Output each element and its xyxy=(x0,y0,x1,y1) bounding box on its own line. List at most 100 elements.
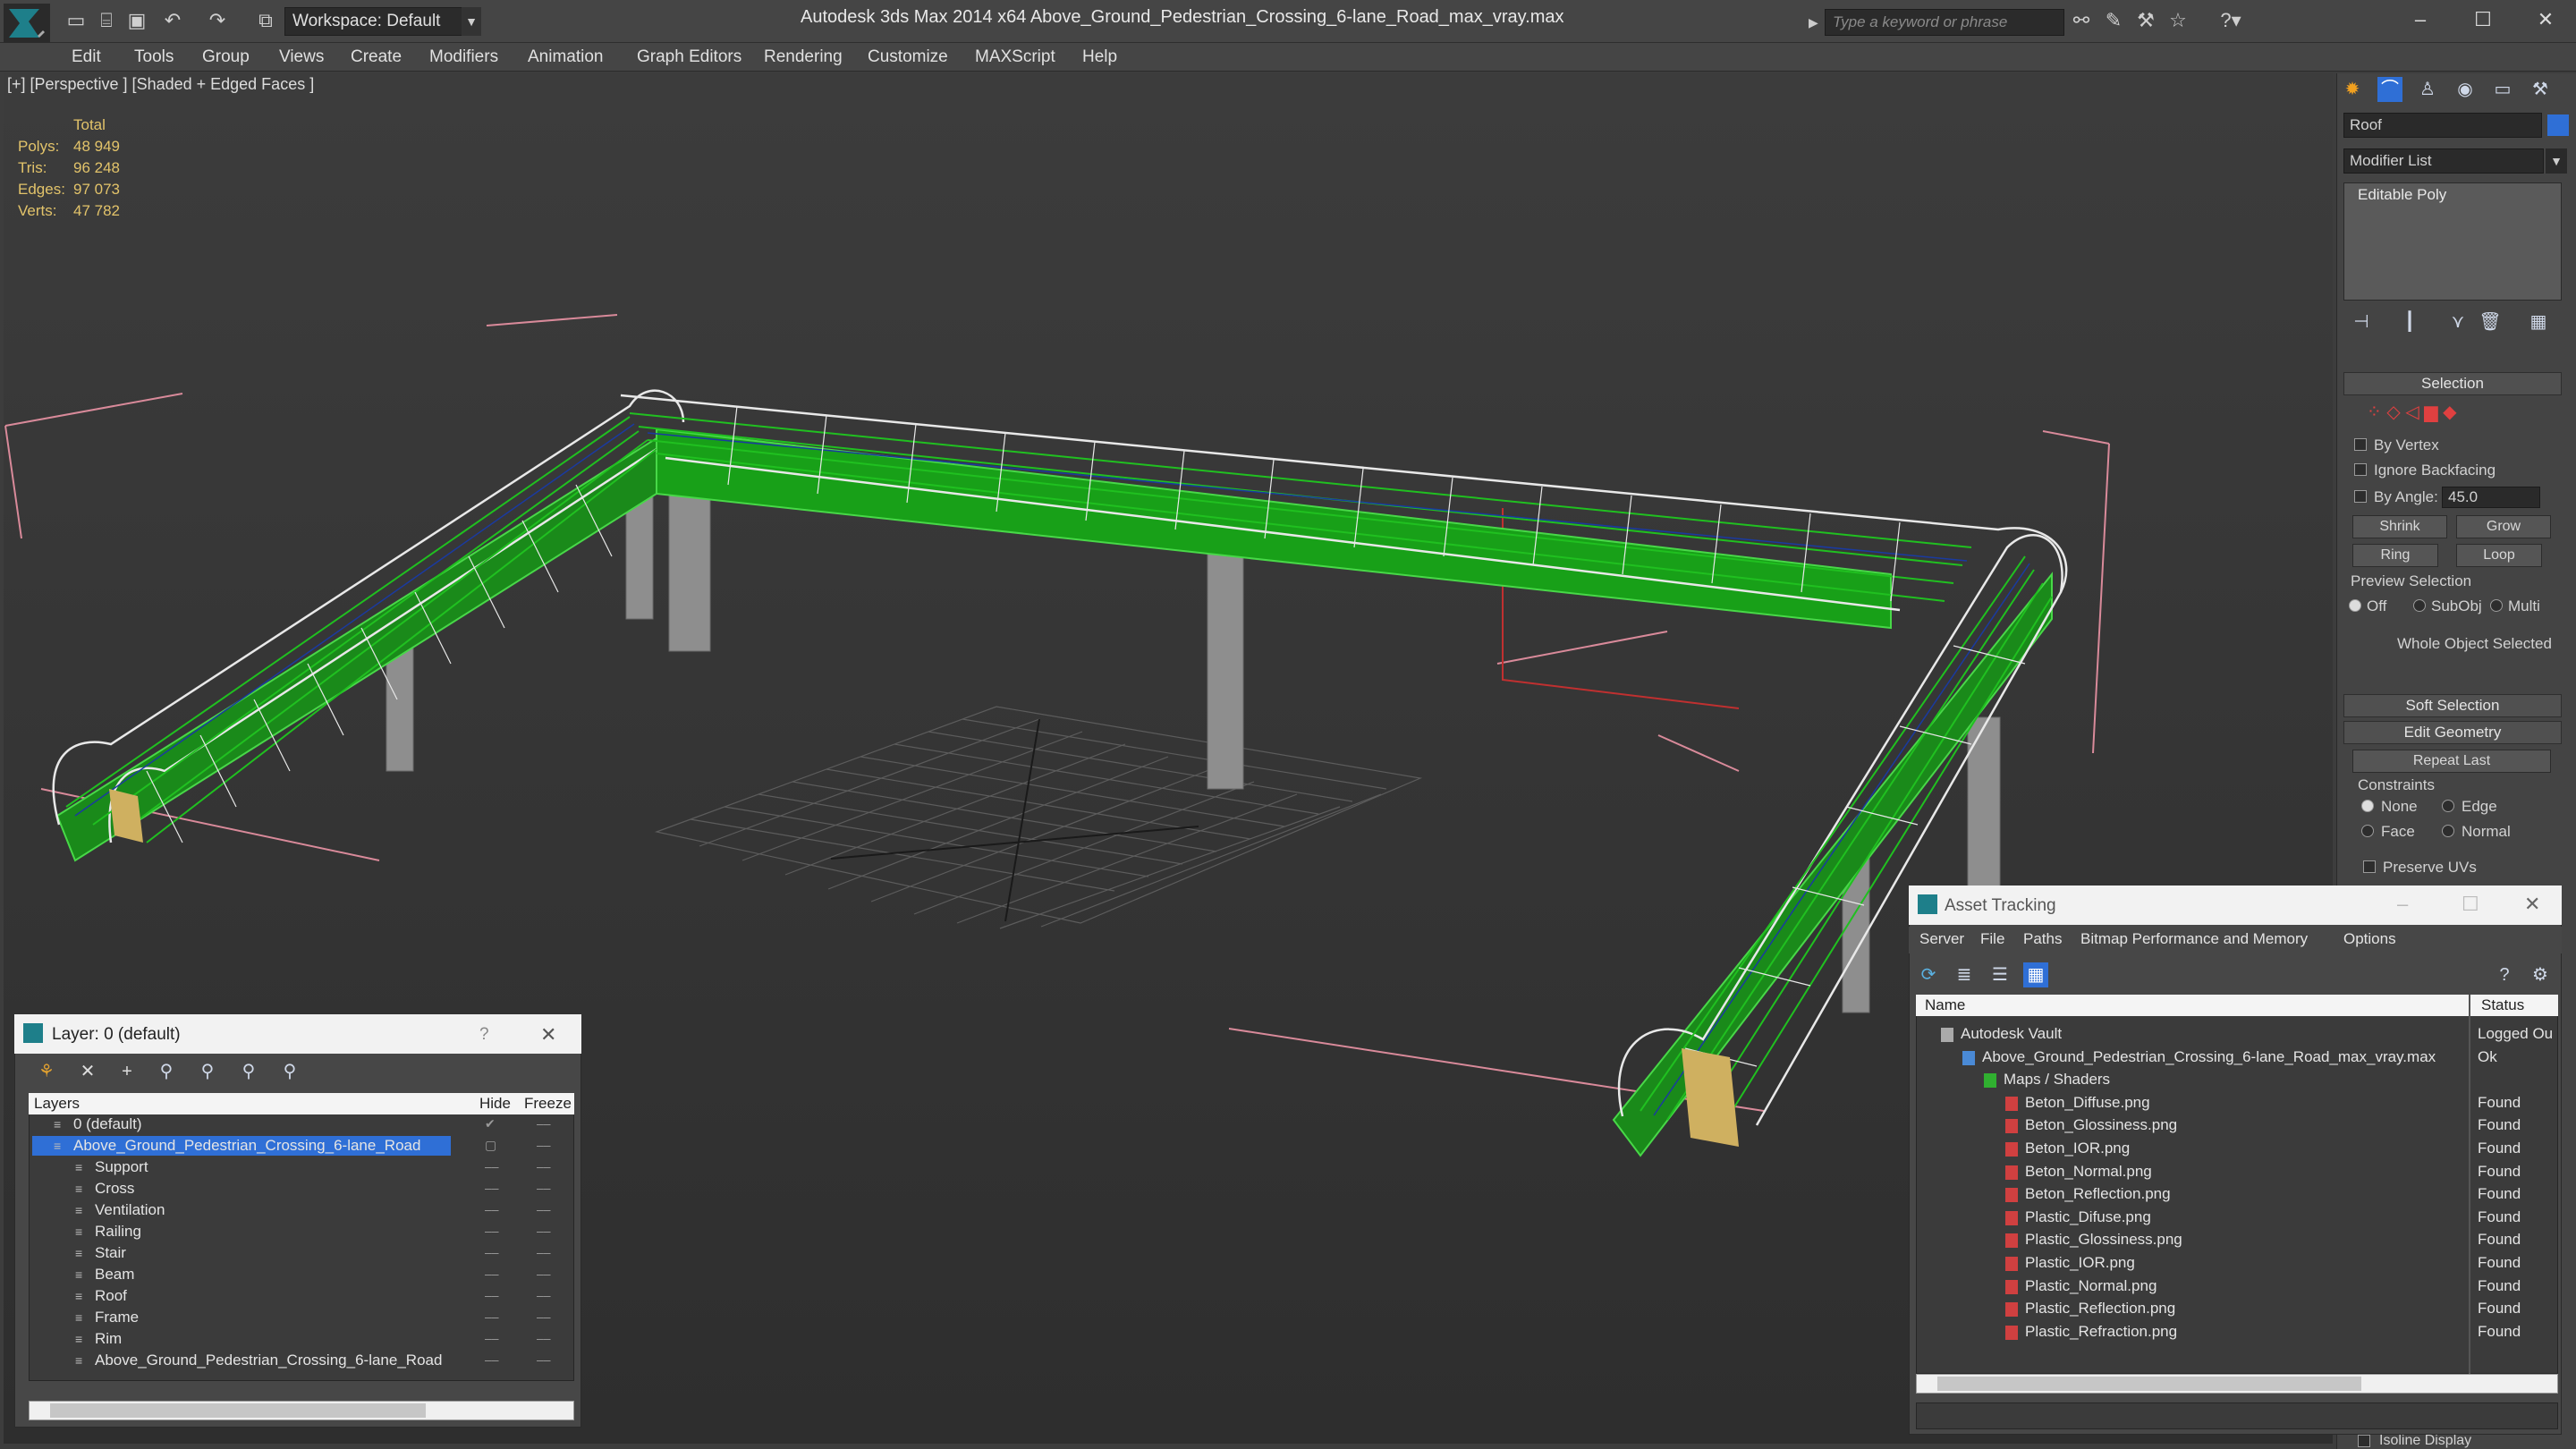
close-button[interactable]: ✕ xyxy=(540,1023,556,1046)
help-button[interactable]: ? xyxy=(479,1025,489,1045)
menu-edit[interactable]: Edit xyxy=(72,43,101,72)
pin-stack-icon[interactable]: ⊣ xyxy=(2349,309,2374,335)
asset-path-field[interactable] xyxy=(1916,1402,2558,1429)
object-color-swatch[interactable] xyxy=(2547,114,2569,136)
favorites-star-icon[interactable]: ☆ xyxy=(2166,9,2190,32)
asset-menu-file[interactable]: File xyxy=(1980,930,2004,948)
asset-row[interactable]: Beton_Reflection.png xyxy=(2025,1185,2171,1203)
new-layer-icon[interactable]: ⚘ xyxy=(34,1059,59,1084)
layer-freeze-toggle[interactable]: –– xyxy=(537,1288,556,1302)
minimize-button[interactable]: – xyxy=(2397,893,2408,916)
menu-help[interactable]: Help xyxy=(1082,43,1117,72)
scrollbar-thumb[interactable] xyxy=(1937,1377,2361,1391)
stack-item-editable-poly[interactable]: Editable Poly xyxy=(2358,186,2446,204)
close-button[interactable]: ✕ xyxy=(2528,5,2563,34)
workspace-dropdown[interactable]: Workspace: Default xyxy=(284,7,481,36)
asset-row[interactable]: Beton_Glossiness.png xyxy=(2025,1116,2177,1134)
asset-menu-server[interactable]: Server xyxy=(1919,930,1964,948)
save-icon[interactable]: ▣ xyxy=(125,9,148,32)
configure-sets-icon[interactable]: ▦ xyxy=(2526,309,2551,335)
layer-hide-toggle[interactable]: –– xyxy=(485,1159,504,1174)
preview-multi-radio[interactable] xyxy=(2490,599,2503,612)
communication-icon[interactable]: ⚒ xyxy=(2134,9,2157,32)
help-icon[interactable]: ? xyxy=(2492,962,2517,987)
binoculars-icon[interactable]: ⚯ xyxy=(2070,9,2093,32)
column-name[interactable]: Name xyxy=(1925,996,1965,1014)
asset-row[interactable]: Beton_Normal.png xyxy=(2025,1163,2152,1181)
layer-object-row[interactable]: Frame xyxy=(95,1309,139,1326)
layer-object-row[interactable]: Support xyxy=(95,1158,148,1176)
open-file-icon[interactable]: ⌸ xyxy=(95,9,118,32)
layer-object-row[interactable]: Beam xyxy=(95,1266,134,1284)
column-divider[interactable] xyxy=(2469,995,2470,1374)
layer-hide-toggle[interactable]: –– xyxy=(485,1331,504,1345)
preserve-uvs-checkbox[interactable] xyxy=(2363,860,2376,873)
maximize-button[interactable]: ☐ xyxy=(2462,893,2479,916)
layer-hide-toggle[interactable]: ▢ xyxy=(485,1138,504,1152)
asset-row[interactable]: Autodesk Vault xyxy=(1961,1025,2062,1043)
by-vertex-checkbox[interactable] xyxy=(2354,438,2367,451)
shrink-button[interactable]: Shrink xyxy=(2352,515,2447,538)
asset-row[interactable]: Plastic_Difuse.png xyxy=(2025,1208,2151,1226)
column-status[interactable]: Status xyxy=(2481,996,2524,1014)
layer-row[interactable]: Above_Ground_Pedestrian_Crossing_6-lane_… xyxy=(73,1137,420,1155)
undo-icon[interactable]: ↶ xyxy=(161,9,184,32)
ignore-backfacing-checkbox[interactable] xyxy=(2354,463,2367,476)
delete-layer-icon[interactable]: ✕ xyxy=(75,1059,100,1084)
asset-row[interactable]: Beton_IOR.png xyxy=(2025,1140,2130,1157)
column-layers[interactable]: Layers xyxy=(34,1095,80,1113)
redo-icon[interactable]: ↷ xyxy=(206,9,229,32)
layer-object-row[interactable]: Railing xyxy=(95,1223,141,1241)
loop-button[interactable]: Loop xyxy=(2456,544,2542,567)
column-freeze[interactable]: Freeze xyxy=(524,1095,572,1113)
layer-row[interactable]: 0 (default) xyxy=(73,1115,142,1133)
preview-off-radio[interactable] xyxy=(2349,599,2361,612)
show-end-result-icon[interactable]: ┃ xyxy=(2397,309,2422,335)
by-angle-checkbox[interactable] xyxy=(2354,490,2367,503)
menu-rendering[interactable]: Rendering xyxy=(764,43,843,72)
viewport-label[interactable]: [+] [Perspective ] [Shaded + Edged Faces… xyxy=(7,75,314,94)
asset-row[interactable]: Plastic_Reflection.png xyxy=(2025,1300,2175,1318)
utilities-tab-icon[interactable]: ⚒ xyxy=(2528,77,2553,102)
layer-object-row[interactable]: Ventilation xyxy=(95,1201,165,1219)
layer-object-row[interactable]: Above_Ground_Pedestrian_Crossing_6-lane_… xyxy=(95,1352,442,1369)
new-file-icon[interactable]: ▭ xyxy=(64,9,88,32)
layer-object-row[interactable]: Roof xyxy=(95,1287,127,1305)
preview-subobj-radio[interactable] xyxy=(2413,599,2426,612)
create-tab-icon[interactable]: ✹ xyxy=(2340,77,2365,102)
chevron-down-icon[interactable]: ▼ xyxy=(462,7,481,36)
layer-hide-toggle[interactable]: –– xyxy=(485,1267,504,1281)
layer-freeze-toggle[interactable]: –– xyxy=(537,1267,556,1281)
asset-row[interactable]: Above_Ground_Pedestrian_Crossing_6-lane_… xyxy=(1982,1048,2436,1066)
asset-menu-paths[interactable]: Paths xyxy=(2023,930,2062,948)
detail-view-icon[interactable]: ☰ xyxy=(1987,962,2012,987)
menu-views[interactable]: Views xyxy=(279,43,324,72)
hierarchy-tab-icon[interactable]: ♙ xyxy=(2415,77,2440,102)
layer-hide-toggle[interactable]: –– xyxy=(485,1309,504,1324)
layer-object-row[interactable]: Cross xyxy=(95,1180,134,1198)
layer-object-row[interactable]: Stair xyxy=(95,1244,126,1262)
highlight-layer-icon[interactable]: ⚲ xyxy=(195,1059,220,1084)
select-objects-icon[interactable]: ⚲ xyxy=(154,1059,179,1084)
scrollbar-thumb[interactable] xyxy=(50,1403,426,1418)
layer-freeze-toggle[interactable]: –– xyxy=(537,1138,556,1152)
make-unique-icon[interactable]: ⋎ xyxy=(2445,309,2470,335)
asset-menu-options[interactable]: Options xyxy=(2343,930,2396,948)
layer-hide-toggle[interactable]: –– xyxy=(485,1181,504,1195)
constraint-edge-radio[interactable] xyxy=(2442,800,2454,812)
menu-customize[interactable]: Customize xyxy=(868,43,948,72)
add-to-layer-icon[interactable]: + xyxy=(114,1059,140,1084)
layer-freeze-toggle[interactable]: –– xyxy=(537,1309,556,1324)
asset-row[interactable]: Plastic_Glossiness.png xyxy=(2025,1231,2182,1249)
isoline-display-checkbox[interactable] xyxy=(2358,1435,2370,1447)
menu-maxscript[interactable]: MAXScript xyxy=(975,43,1055,72)
edit-geometry-rollout-header[interactable]: Edit Geometry xyxy=(2343,721,2562,744)
motion-tab-icon[interactable]: ◉ xyxy=(2453,77,2478,102)
asset-row[interactable]: Plastic_Refraction.png xyxy=(2025,1323,2177,1341)
asset-menu-bitmap[interactable]: Bitmap Performance and Memory xyxy=(2080,930,2308,948)
ring-button[interactable]: Ring xyxy=(2352,544,2438,567)
asset-row[interactable]: Maps / Shaders xyxy=(2004,1071,2110,1089)
repeat-last-button[interactable]: Repeat Last xyxy=(2352,750,2551,773)
column-hide[interactable]: Hide xyxy=(479,1095,511,1113)
menu-create[interactable]: Create xyxy=(351,43,402,72)
